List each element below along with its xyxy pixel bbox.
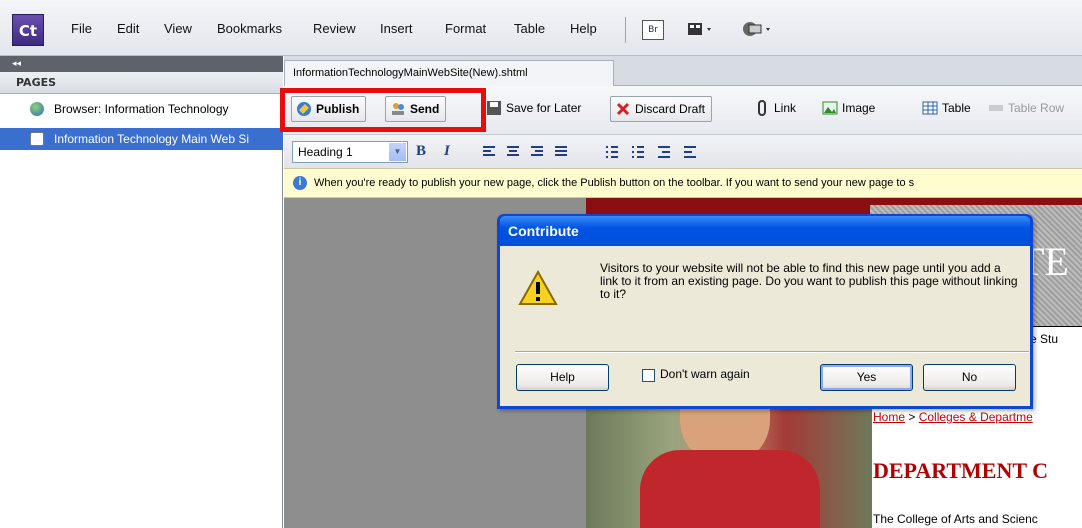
bridge-icon[interactable]: Br <box>642 20 664 40</box>
list-indent-buttons[interactable] <box>604 144 708 160</box>
menu-format[interactable]: Format <box>445 21 486 36</box>
breadcrumb-home-link[interactable]: Home <box>873 410 905 424</box>
info-bar: i When you're ready to publish your new … <box>284 168 1082 198</box>
image-button[interactable]: Image <box>818 96 881 122</box>
save-icon <box>487 101 501 115</box>
dialog-title-bar[interactable]: Contribute <box>500 216 1030 246</box>
table-label: Table <box>942 101 971 115</box>
menu-review[interactable]: Review <box>313 21 356 36</box>
pages-tab[interactable]: PAGES <box>16 76 56 89</box>
table-row-button: Table Row <box>984 96 1070 122</box>
contribute-logo-icon: Ct <box>12 14 44 46</box>
document-tab[interactable]: InformationTechnologyMainWebSite(New).sh… <box>284 60 614 86</box>
menu-file[interactable]: File <box>71 21 92 36</box>
discard-icon <box>616 102 630 116</box>
pages-item-browser[interactable]: Browser: Information Technology <box>0 98 283 120</box>
chevron-down-icon[interactable]: ▼ <box>389 143 406 161</box>
breadcrumb: Home > Colleges & Departme <box>873 410 1033 424</box>
new-page-icon <box>30 132 44 146</box>
menu-bookmarks[interactable]: Bookmarks <box>217 21 282 36</box>
image-icon <box>822 101 838 115</box>
no-button[interactable]: No <box>923 364 1016 391</box>
pages-item-label: Browser: Information Technology <box>54 102 229 116</box>
dont-warn-label[interactable]: Don't warn again <box>660 367 750 381</box>
pages-item-draft[interactable]: Information Technology Main Web Si <box>0 128 283 150</box>
save-for-later-label: Save for Later <box>506 101 582 115</box>
body-text[interactable]: The College of Arts and Scienc <box>873 512 1038 526</box>
paragraph-style-value: Heading 1 <box>298 145 353 159</box>
menu-insert[interactable]: Insert <box>380 21 413 36</box>
collapse-panel-button[interactable]: ◂◂ <box>0 56 283 72</box>
bold-button[interactable]: B <box>416 143 426 160</box>
save-for-later-button[interactable]: Save for Later <box>482 96 587 122</box>
layout-icon[interactable] <box>686 20 716 40</box>
photo-shirt <box>640 450 820 528</box>
table-button[interactable]: Table <box>918 96 977 122</box>
table-icon <box>922 101 938 115</box>
link-button[interactable]: Link <box>750 96 802 122</box>
department-heading[interactable]: DEPARTMENT C <box>873 458 1048 484</box>
menu-view[interactable]: View <box>164 21 192 36</box>
menu-table[interactable]: Table <box>514 21 545 36</box>
menu-edit[interactable]: Edit <box>117 21 139 36</box>
globe-icon <box>30 102 44 116</box>
bridge-label: Br <box>648 25 658 35</box>
help-button[interactable]: Help <box>516 364 609 391</box>
dont-warn-checkbox[interactable] <box>642 369 655 382</box>
dialog-message: Visitors to your website will not be abl… <box>600 261 1018 301</box>
alignment-buttons[interactable] <box>481 144 577 160</box>
pages-panel <box>0 56 283 528</box>
breadcrumb-colleges-link[interactable]: Colleges & Departme <box>919 410 1033 424</box>
pages-item-label: Information Technology Main Web Si <box>54 132 249 146</box>
paragraph-style-select[interactable]: Heading 1 ▼ <box>292 141 408 163</box>
breadcrumb-separator: > <box>905 410 919 424</box>
discard-draft-button[interactable]: Discard Draft <box>610 96 713 122</box>
info-bar-text: When you're ready to publish your new pa… <box>314 177 915 189</box>
warning-icon <box>518 269 558 309</box>
table-row-label: Table Row <box>1008 101 1065 115</box>
discard-draft-label: Discard Draft <box>635 102 706 116</box>
table-row-icon <box>989 105 1003 111</box>
yes-button[interactable]: Yes <box>820 364 913 391</box>
info-icon: i <box>293 176 307 190</box>
link-icon <box>758 100 766 116</box>
italic-button[interactable]: I <box>444 143 450 160</box>
menu-separator <box>625 17 626 43</box>
image-label: Image <box>842 101 876 115</box>
highlight-annotation <box>280 88 486 132</box>
dialog-divider <box>515 351 1029 353</box>
workspace-icon[interactable] <box>740 20 776 40</box>
menu-help[interactable]: Help <box>570 21 597 36</box>
link-label: Link <box>774 101 797 115</box>
